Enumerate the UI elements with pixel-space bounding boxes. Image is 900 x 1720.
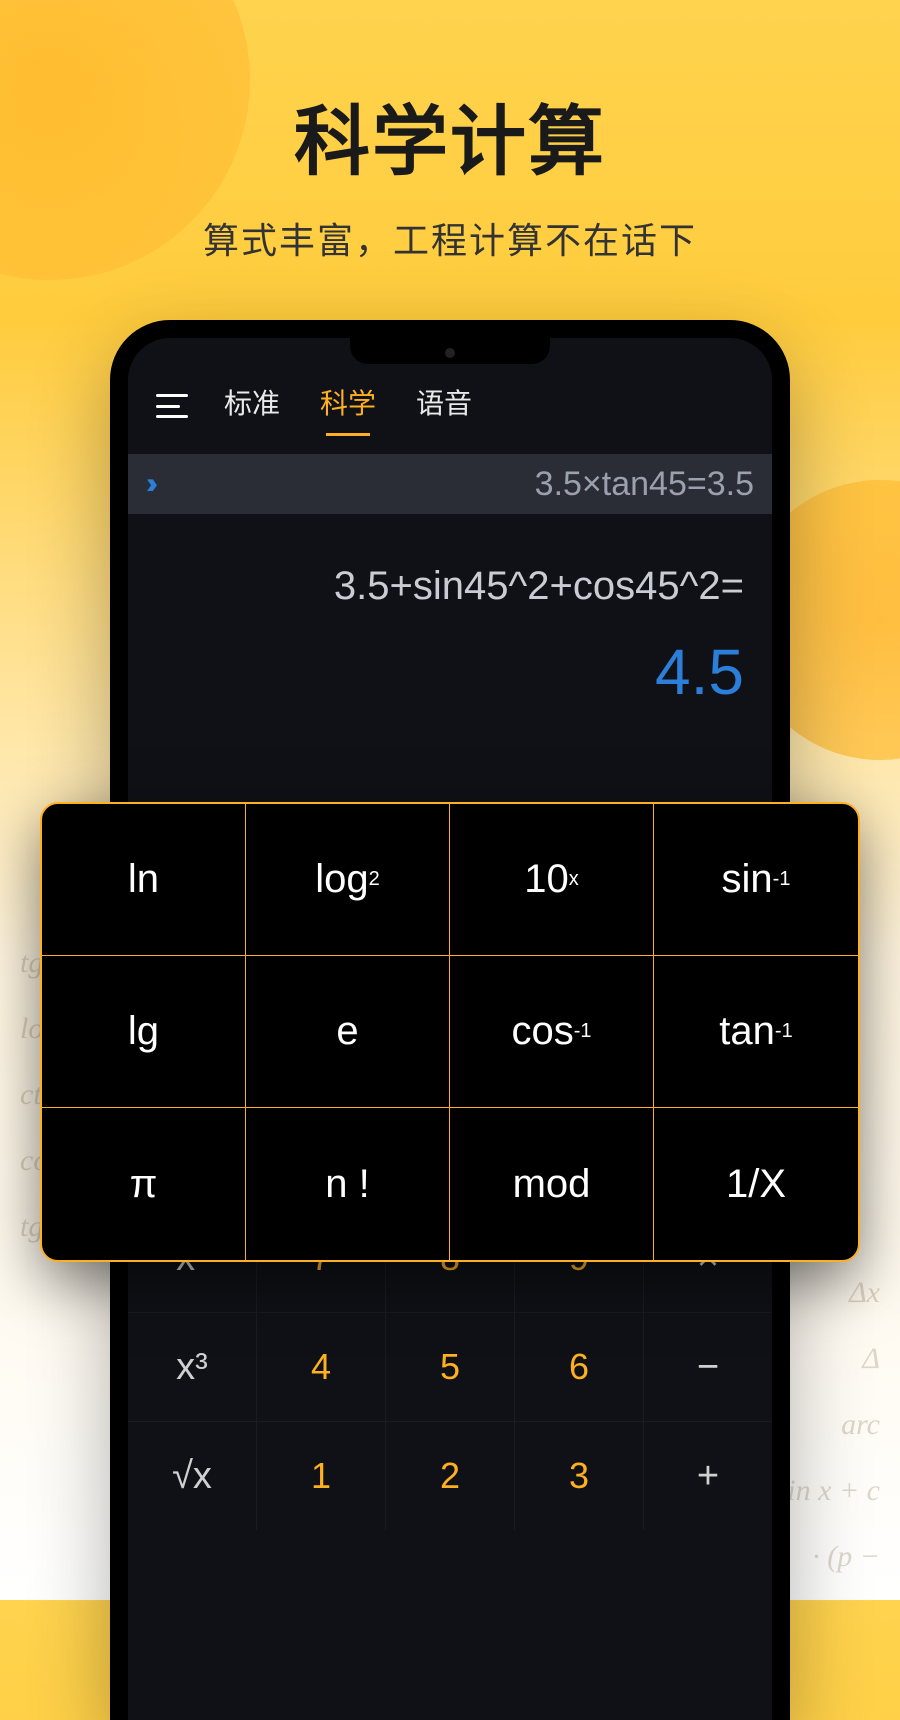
key-3[interactable]: 3 <box>515 1422 643 1530</box>
key-5[interactable]: 5 <box>386 1313 514 1421</box>
key-x³[interactable]: x³ <box>128 1313 256 1421</box>
display-formula: 3.5+sin45^2+cos45^2= <box>156 564 744 609</box>
sci-key-tan[interactable]: tan-1 <box>654 956 858 1108</box>
phone-notch <box>350 338 550 364</box>
key-2[interactable]: 2 <box>386 1422 514 1530</box>
headline-subtitle: 算式丰富，工程计算不在话下 <box>0 212 900 264</box>
sci-key-n[interactable]: n ! <box>246 1108 450 1260</box>
sci-key-sin[interactable]: sin-1 <box>654 804 858 956</box>
mode-tabs: 标准 科学 语音 <box>224 382 472 430</box>
sci-key-cos[interactable]: cos-1 <box>450 956 654 1108</box>
tab-voice[interactable]: 语音 <box>416 382 472 430</box>
scientific-functions-panel: lnlog210xsin-1 lgecos-1tan-1 πn !mod1/X <box>40 802 860 1262</box>
history-bar[interactable]: ›› 3.5×tan45=3.5 <box>128 454 772 514</box>
sci-key-log[interactable]: log2 <box>246 804 450 956</box>
tab-standard[interactable]: 标准 <box>224 382 280 430</box>
sci-key-8[interactable]: π <box>42 1108 246 1260</box>
key-−[interactable]: − <box>644 1313 772 1421</box>
calc-display: 3.5+sin45^2+cos45^2= 4.5 <box>128 514 772 733</box>
key-√x[interactable]: √x <box>128 1422 256 1530</box>
headline: 科学计算 算式丰富，工程计算不在话下 <box>0 0 900 264</box>
sci-key-lg[interactable]: lg <box>42 956 246 1108</box>
key-4[interactable]: 4 <box>257 1313 385 1421</box>
key-+[interactable]: + <box>644 1422 772 1530</box>
key-1[interactable]: 1 <box>257 1422 385 1530</box>
sci-key-mod[interactable]: mod <box>450 1108 654 1260</box>
sci-key-e[interactable]: e <box>246 956 450 1108</box>
sci-key-10[interactable]: 10x <box>450 804 654 956</box>
menu-icon[interactable] <box>156 394 188 418</box>
tab-scientific[interactable]: 科学 <box>320 382 376 430</box>
history-expression: 3.5×tan45=3.5 <box>150 465 754 504</box>
headline-title: 科学计算 <box>0 80 900 190</box>
sci-key-1X[interactable]: 1/X <box>654 1108 858 1260</box>
key-6[interactable]: 6 <box>515 1313 643 1421</box>
sci-key-ln[interactable]: ln <box>42 804 246 956</box>
display-result: 4.5 <box>156 635 744 709</box>
